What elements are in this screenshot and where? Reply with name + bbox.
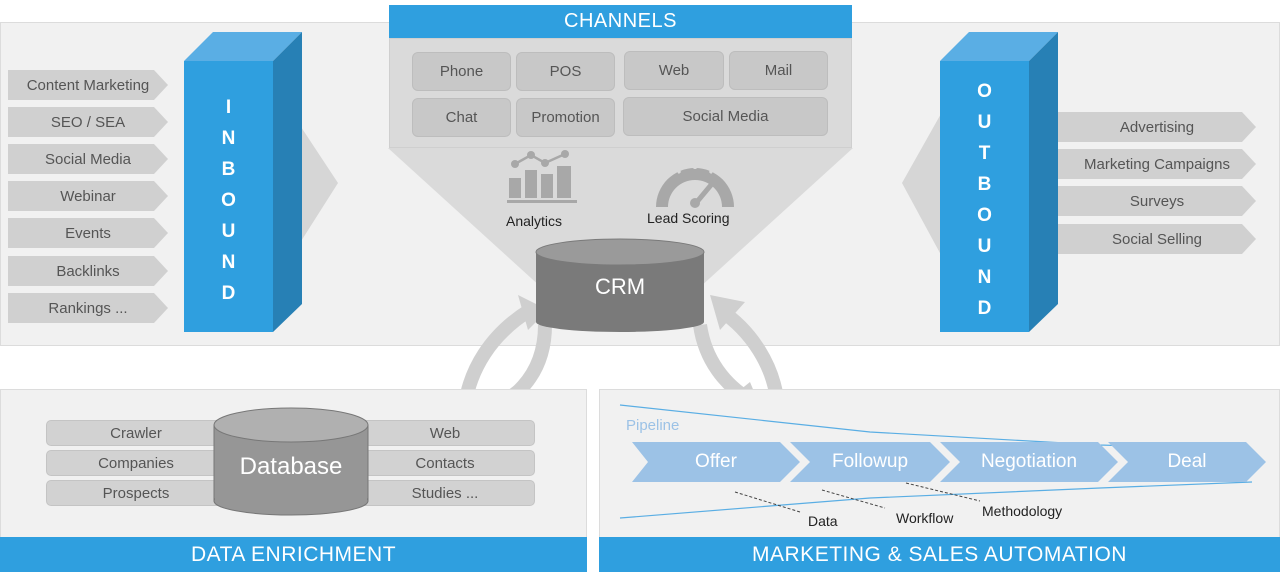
channels-title: CHANNELS [389,5,852,38]
lead-scoring-gauge-icon [656,161,734,208]
analytics-icon [507,150,577,203]
data-source-item: Companies [46,450,226,476]
outbound-item: Advertising [1058,112,1256,142]
channel-item-phone: Phone [412,52,511,91]
methodology-annotation-line [905,482,981,502]
pipeline-stage-followup: Followup [790,442,950,482]
lead-scoring-label: Lead Scoring [647,210,730,226]
pipeline-stage-offer: Offer [632,442,800,482]
data-source-item: Crawler [46,420,226,446]
inbound-item: Rankings ... [8,293,168,323]
annotation-methodology: Methodology [982,503,1063,519]
pipeline-stage-deal: Deal [1108,442,1266,482]
workflow-annotation-line [821,489,886,509]
data-annotation-line [734,491,801,513]
data-enrichment-title: DATA ENRICHMENT [0,537,587,572]
inbound-item: Webinar [8,181,168,211]
inbound-item: Content Marketing [8,70,168,100]
data-source-item: Studies ... [355,480,535,506]
annotation-data: Data [808,513,838,529]
channel-item-mail: Mail [729,51,828,90]
database-label: Database [239,453,343,480]
inbound-title: I N B O U N D [221,97,236,304]
outbound-item: Marketing Campaigns [1058,149,1256,179]
inbound-item: Backlinks [8,256,168,286]
automation-title: MARKETING & SALES AUTOMATION [599,537,1280,572]
inbound-item: SEO / SEA [8,107,168,137]
channel-item-social-media: Social Media [623,97,828,136]
analytics-label: Analytics [506,213,563,229]
outbound-item: Surveys [1058,186,1256,216]
outbound-item: Social Selling [1058,224,1256,254]
data-source-item: Contacts [355,450,535,476]
data-source-item: Prospects [46,480,226,506]
annotation-workflow: Workflow [896,510,954,526]
channel-item-web: Web [624,51,724,90]
channel-item-promotion: Promotion [516,98,615,137]
outbound-title: O U T B O U N D [977,81,992,319]
data-source-item: Web [355,420,535,446]
pipeline-label: Pipeline [626,417,680,434]
inbound-item: Events [8,218,168,248]
inbound-item: Social Media [8,144,168,174]
crm-label: CRM [594,274,646,299]
channel-item-pos: POS [516,52,615,91]
pipeline-stage-negotiation: Negotiation [940,442,1118,482]
channel-item-chat: Chat [412,98,511,137]
